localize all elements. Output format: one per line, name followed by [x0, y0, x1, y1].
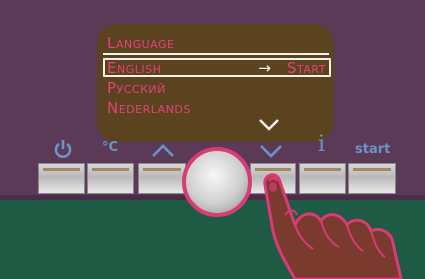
- selected-option-action: Start: [287, 59, 326, 77]
- temperature-button[interactable]: [87, 163, 134, 194]
- scroll-down-icon: [259, 119, 279, 131]
- info-label: i: [318, 132, 326, 157]
- selected-option-row[interactable]: English → Start: [103, 58, 331, 77]
- menu-title: Language: [107, 34, 175, 52]
- appliance-control-panel: Language English → Start Русский Nederla…: [0, 0, 425, 279]
- power-icon: [54, 140, 72, 158]
- menu-option-russian[interactable]: Русский: [107, 79, 166, 97]
- arrow-right-icon: →: [258, 59, 271, 77]
- power-button[interactable]: [38, 163, 85, 194]
- chevron-up-icon: [152, 144, 174, 157]
- title-divider: [103, 53, 329, 55]
- up-button[interactable]: [138, 163, 186, 194]
- selector-knob[interactable]: [182, 147, 252, 217]
- menu-display: Language English → Start Русский Nederla…: [97, 24, 334, 142]
- temperature-label: °C: [102, 140, 119, 155]
- pointing-hand-icon: [263, 173, 403, 279]
- chevron-down-icon: [260, 145, 282, 158]
- start-label: start: [355, 142, 391, 157]
- selected-option-label: English: [107, 59, 162, 77]
- menu-option-dutch[interactable]: Nederlands: [107, 99, 191, 117]
